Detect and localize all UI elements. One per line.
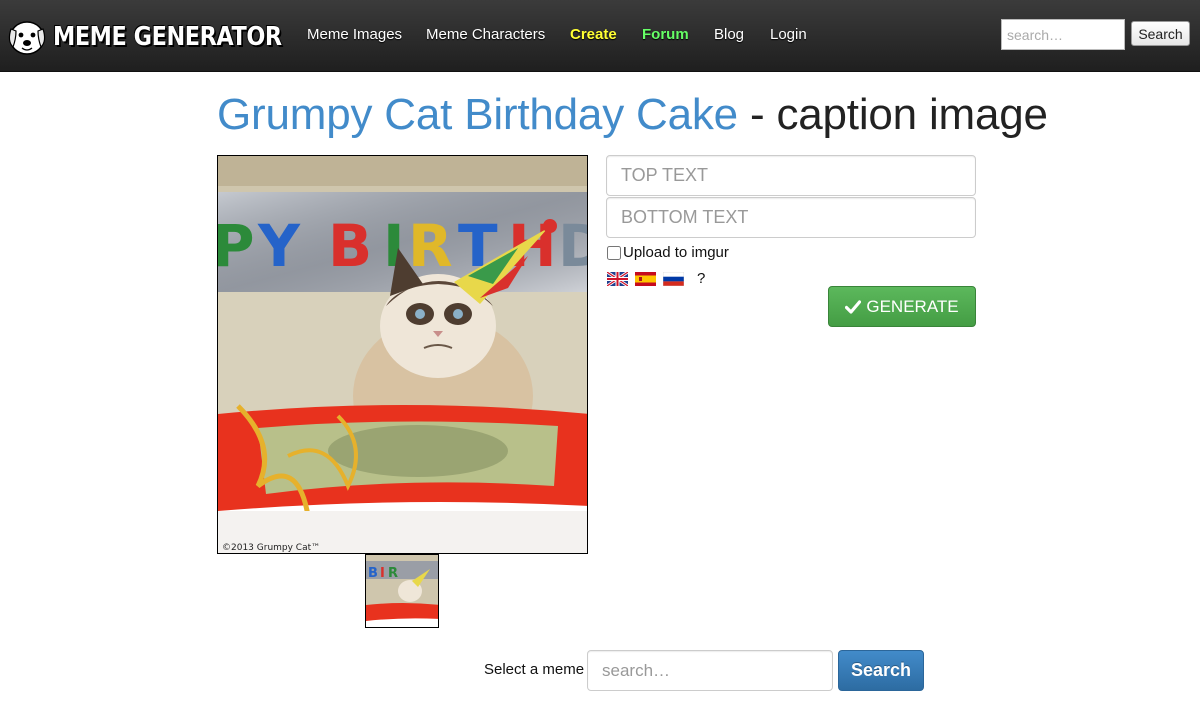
svg-text:P: P [218,212,255,280]
language-flags: ? [607,270,705,287]
svg-text:B: B [328,212,372,280]
svg-text:I: I [380,566,385,581]
bottom-text-input[interactable] [606,197,976,238]
nav-meme-characters[interactable]: Meme Characters [426,26,545,43]
navbar-search-input[interactable] [1001,19,1125,50]
image-watermark: ©2013 Grumpy Cat™ [222,543,320,553]
nav-meme-images[interactable]: Meme Images [307,26,402,43]
upload-imgur-option[interactable]: Upload to imgur [606,244,729,261]
checkmark-icon [845,299,862,314]
upload-imgur-label: Upload to imgur [623,244,729,261]
dog-logo-icon [8,21,46,55]
uk-flag-icon[interactable] [607,271,628,286]
spain-flag-icon[interactable] [635,271,656,286]
svg-text:R: R [388,566,398,581]
meme-thumbnail[interactable]: B I R [365,554,439,628]
nav-blog[interactable]: Blog [714,26,744,43]
logo-text: MEME GENERATOR [53,22,282,52]
meme-name-link[interactable]: Grumpy Cat Birthday Cake [217,90,738,139]
navbar-search-button[interactable]: Search [1131,21,1190,46]
nav-create[interactable]: Create [570,26,617,43]
language-help-link[interactable]: ? [697,270,705,287]
generate-button[interactable]: GENERATE [828,286,976,327]
nav-login[interactable]: Login [770,26,807,43]
svg-text:B: B [368,566,378,581]
site-logo[interactable]: MEME GENERATOR [6,17,319,57]
upload-imgur-checkbox[interactable] [607,245,621,260]
russia-flag-icon[interactable] [663,271,684,286]
generate-button-label: GENERATE [866,296,959,316]
svg-text:Y: Y [257,212,301,280]
page-title: Grumpy Cat Birthday Cake - caption image [217,90,1048,140]
meme-image: P Y B I R T H D [217,155,588,554]
select-meme-search-input[interactable] [587,650,833,691]
select-meme-label: Select a meme [484,661,585,678]
svg-text:D: D [558,212,588,280]
page-title-suffix: - caption image [737,90,1048,139]
svg-text:R: R [408,212,453,280]
top-navbar: MEME GENERATOR Meme Images Meme Characte… [0,0,1200,72]
top-text-input[interactable] [606,155,976,196]
select-meme-search-button[interactable]: Search [838,650,924,691]
nav-forum[interactable]: Forum [642,26,689,43]
